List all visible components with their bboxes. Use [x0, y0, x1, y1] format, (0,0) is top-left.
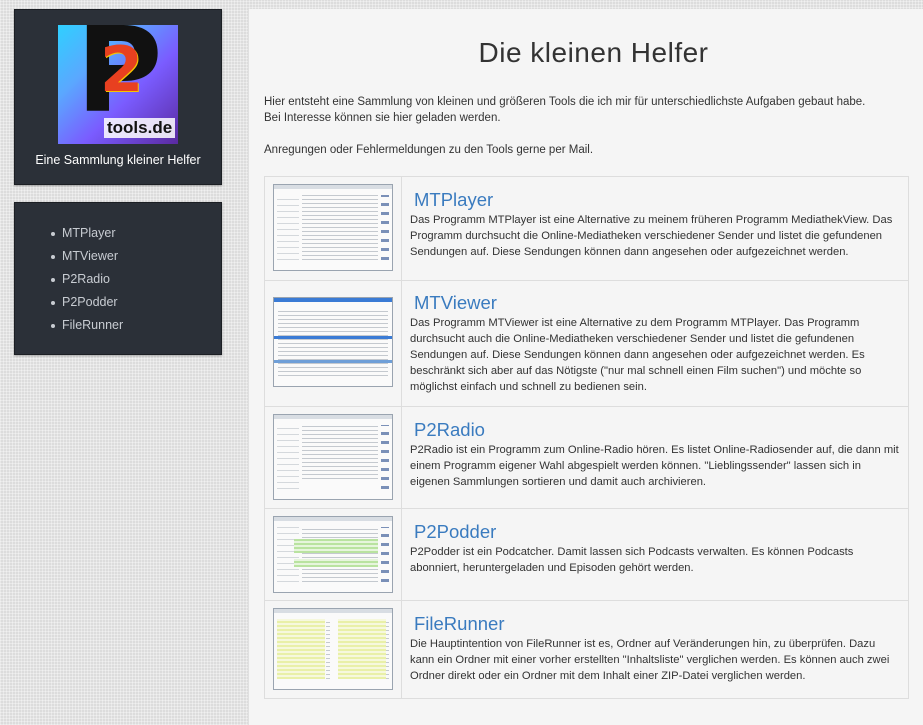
thumb-cell	[265, 601, 402, 698]
nav-item-p2podder[interactable]: P2Podder	[51, 291, 221, 314]
logo-text: tools.de	[104, 118, 176, 138]
tool-row-mtplayer: MTPlayer Das Programm MTPlayer ist eine …	[264, 177, 909, 281]
tool-description: Das Programm MTPlayer ist eine Alternati…	[410, 214, 893, 258]
tool-description: P2Radio ist ein Programm zum Online-Radi…	[410, 444, 899, 488]
desc-cell: P2Podder P2Podder ist ein Podcatcher. Da…	[402, 509, 908, 600]
nav-list: MTPlayer MTViewer P2Radio P2Podder FileR…	[51, 222, 221, 337]
logo-number-2: 2	[100, 33, 144, 106]
tool-row-filerunner: FileRunner Die Hauptintention von FileRu…	[264, 601, 909, 699]
thumb-cell	[265, 407, 402, 508]
tool-title-filerunner[interactable]: FileRunner	[414, 613, 900, 635]
main-content: Die kleinen Helfer Hier entsteht eine Sa…	[248, 9, 923, 725]
sidebar: P 2 tools.de Eine Sammlung kleiner Helfe…	[14, 9, 222, 355]
tool-row-mtviewer: MTViewer Das Programm MTViewer ist eine …	[264, 281, 909, 407]
desc-cell: FileRunner Die Hauptintention von FileRu…	[402, 601, 908, 698]
mtplayer-screenshot[interactable]	[273, 184, 393, 271]
tool-description: Die Hauptintention von FileRunner ist es…	[410, 638, 890, 682]
intro-text: Hier entsteht eine Sammlung von kleinen …	[264, 96, 866, 124]
thumb-cell	[265, 177, 402, 280]
p2podder-screenshot[interactable]	[273, 516, 393, 593]
site-logo[interactable]: P 2 tools.de	[58, 25, 178, 144]
site-caption: Eine Sammlung kleiner Helfer	[35, 153, 201, 167]
tool-title-p2radio[interactable]: P2Radio	[414, 419, 900, 441]
nav-item-filerunner[interactable]: FileRunner	[51, 314, 221, 337]
intro-text-2: Anregungen oder Fehlermeldungen zu den T…	[264, 144, 594, 156]
nav-panel: MTPlayer MTViewer P2Radio P2Podder FileR…	[14, 202, 222, 355]
tool-row-p2podder: P2Podder P2Podder ist ein Podcatcher. Da…	[264, 509, 909, 601]
thumb-cell	[265, 509, 402, 600]
desc-cell: MTPlayer Das Programm MTPlayer ist eine …	[402, 177, 908, 280]
tools-table: MTPlayer Das Programm MTPlayer ist eine …	[264, 176, 909, 699]
tool-row-p2radio: P2Radio P2Radio ist ein Programm zum Onl…	[264, 407, 909, 509]
nav-item-mtviewer[interactable]: MTViewer	[51, 245, 221, 268]
tool-title-p2podder[interactable]: P2Podder	[414, 521, 900, 543]
thumb-cell	[265, 281, 402, 406]
tool-title-mtviewer[interactable]: MTViewer	[414, 292, 900, 314]
desc-cell: MTViewer Das Programm MTViewer ist eine …	[402, 281, 908, 406]
tool-description: P2Podder ist ein Podcatcher. Damit lasse…	[410, 546, 854, 574]
nav-item-mtplayer[interactable]: MTPlayer	[51, 222, 221, 245]
nav-item-p2radio[interactable]: P2Radio	[51, 268, 221, 291]
page-title: Die kleinen Helfer	[478, 37, 709, 68]
logo-panel: P 2 tools.de Eine Sammlung kleiner Helfe…	[14, 9, 222, 185]
tool-description: Das Programm MTViewer ist eine Alternati…	[410, 317, 865, 393]
filerunner-screenshot[interactable]	[273, 608, 393, 690]
p2radio-screenshot[interactable]	[273, 414, 393, 500]
desc-cell: P2Radio P2Radio ist ein Programm zum Onl…	[402, 407, 908, 508]
mtviewer-screenshot[interactable]	[273, 297, 393, 387]
tool-title-mtplayer[interactable]: MTPlayer	[414, 189, 900, 211]
